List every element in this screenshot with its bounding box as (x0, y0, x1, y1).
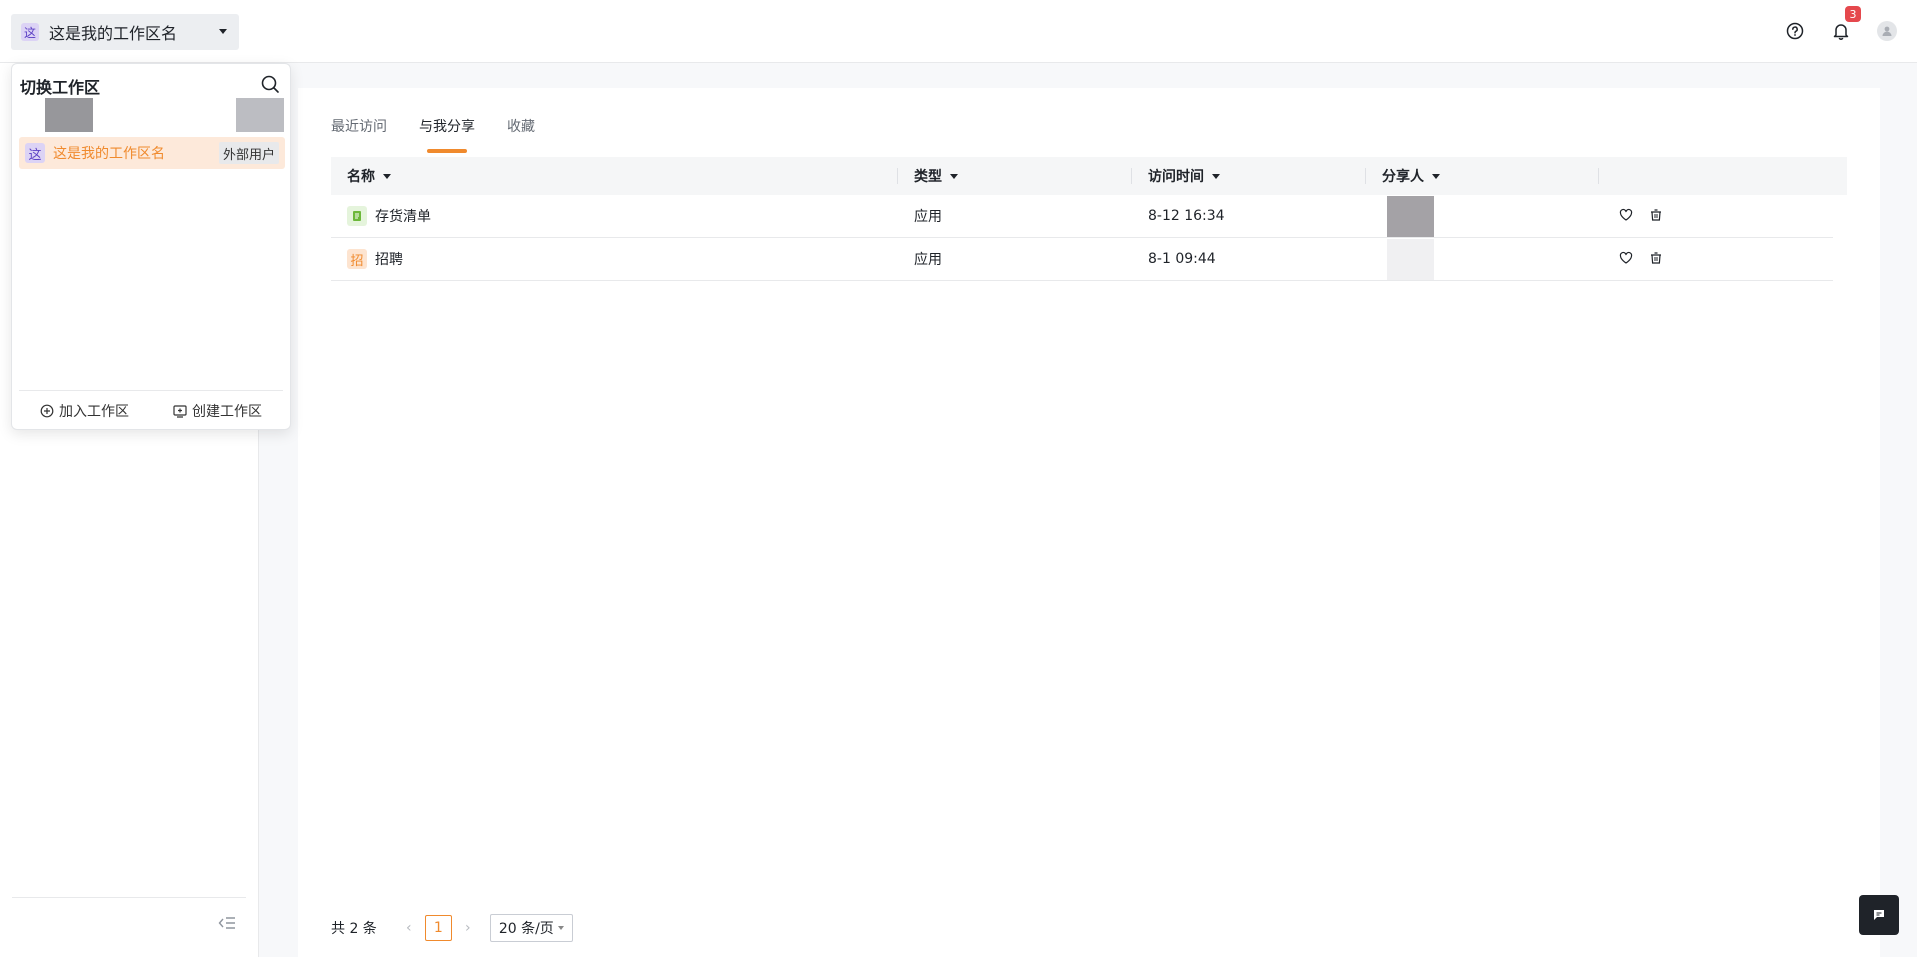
panel-title: 切换工作区 (20, 78, 101, 97)
help-icon[interactable] (1785, 19, 1805, 43)
favorite-heart-icon[interactable] (1619, 207, 1633, 226)
column-time-header[interactable]: 访问时间 (1132, 157, 1366, 195)
column-label: 访问时间 (1148, 169, 1204, 185)
main-content: 最近访问 与我分享 收藏 名称 类型 访问时间 分享人 存货清单 应用 8-12… (298, 88, 1880, 957)
shared-files-table: 名称 类型 访问时间 分享人 存货清单 应用 8-12 16:34 招 招聘 应… (331, 157, 1847, 281)
tab-favorites[interactable]: 收藏 (507, 116, 535, 142)
prev-page-chevron-icon[interactable]: ‹ (399, 920, 419, 936)
user-icon[interactable] (1877, 21, 1897, 41)
row-time-cell: 8-1 09:44 (1148, 251, 1216, 267)
row-actions (1599, 207, 1663, 226)
sharer-avatar (1387, 238, 1434, 280)
join-workspace-label: 加入工作区 (59, 404, 129, 420)
table-row[interactable]: 招 招聘 应用 8-1 09:44 (331, 238, 1833, 281)
column-name-header[interactable]: 名称 (331, 157, 898, 195)
plus-circle-icon (40, 404, 54, 418)
table-row[interactable]: 存货清单 应用 8-12 16:34 (331, 195, 1833, 238)
sort-caret-icon (950, 173, 958, 179)
inventory-app-icon (347, 206, 367, 226)
external-user-tag: 外部用户 (218, 142, 279, 164)
search-icon[interactable] (260, 74, 280, 94)
row-type-cell: 应用 (914, 209, 942, 225)
top-bar: 这 这是我的工作区名 3 (0, 0, 1917, 63)
workspace-list-item[interactable]: 这 这是我的工作区名 外部用户 (19, 137, 285, 169)
collapse-sidebar-icon[interactable] (218, 915, 236, 931)
top-right-actions: 3 (1785, 6, 1897, 43)
sort-caret-icon (383, 173, 391, 179)
chat-button[interactable] (1859, 895, 1899, 935)
workspace-avatar: 这 (25, 143, 45, 163)
caret-down-icon (557, 926, 564, 930)
notification-badge: 3 (1845, 6, 1861, 22)
column-sharer-header[interactable]: 分享人 (1366, 157, 1599, 195)
redacted-block (45, 98, 93, 132)
workspace-selector[interactable]: 这 这是我的工作区名 (11, 14, 239, 50)
panel-divider (19, 390, 283, 391)
row-time-cell: 8-12 16:34 (1148, 208, 1225, 224)
pagination: 共 2 条 ‹ 1 › 20 条/页 (331, 914, 573, 942)
create-icon (173, 405, 187, 418)
page-number-button[interactable]: 1 (424, 915, 452, 941)
row-name: 招聘 (375, 252, 403, 268)
next-page-chevron-icon[interactable]: › (458, 920, 478, 936)
bell-icon[interactable]: 3 (1831, 6, 1861, 43)
chat-icon (1874, 910, 1884, 920)
delete-trash-icon[interactable] (1649, 250, 1663, 269)
create-workspace-button[interactable]: 创建工作区 (173, 399, 262, 423)
row-name-cell[interactable]: 存货清单 (331, 195, 898, 238)
column-label: 类型 (914, 169, 942, 185)
sort-caret-icon (1432, 173, 1440, 179)
page-size-select[interactable]: 20 条/页 (489, 914, 573, 942)
column-label: 分享人 (1382, 169, 1424, 185)
tab-bar: 最近访问 与我分享 收藏 (331, 116, 535, 153)
recruit-app-icon: 招 (347, 249, 367, 269)
redacted-block (236, 98, 284, 132)
row-actions (1599, 250, 1663, 269)
sidebar-divider (12, 897, 246, 898)
column-actions-header (1599, 157, 1847, 195)
row-sharer-cell (1366, 238, 1599, 281)
caret-down-icon (219, 29, 227, 34)
table-header: 名称 类型 访问时间 分享人 (331, 157, 1847, 195)
workspace-item-name: 这是我的工作区名 (53, 146, 165, 162)
create-workspace-label: 创建工作区 (192, 404, 262, 420)
row-name-cell[interactable]: 招 招聘 (331, 238, 898, 281)
sharer-avatar (1387, 195, 1434, 237)
workspace-switch-panel: 切换工作区 这 这是我的工作区名 外部用户 加入工作区 创建工作区 (11, 63, 291, 430)
join-workspace-button[interactable]: 加入工作区 (40, 399, 129, 423)
delete-trash-icon[interactable] (1649, 207, 1663, 226)
page-size-value: 20 条/页 (498, 921, 554, 937)
pagination-total: 共 2 条 (331, 921, 377, 937)
column-label: 名称 (347, 169, 375, 185)
row-sharer-cell (1366, 195, 1599, 238)
row-type-cell: 应用 (914, 252, 942, 268)
active-tab-indicator (427, 149, 467, 153)
column-type-header[interactable]: 类型 (898, 157, 1132, 195)
tab-shared-with-me[interactable]: 与我分享 (419, 116, 475, 153)
workspace-avatar: 这 (21, 23, 39, 41)
tab-label: 与我分享 (419, 119, 475, 135)
row-name: 存货清单 (375, 209, 431, 225)
favorite-heart-icon[interactable] (1619, 250, 1633, 269)
tab-label: 收藏 (507, 119, 535, 135)
tab-recent[interactable]: 最近访问 (331, 116, 387, 142)
workspace-name: 这是我的工作区名 (49, 24, 178, 43)
sort-caret-icon (1212, 173, 1220, 179)
tab-label: 最近访问 (331, 119, 387, 135)
